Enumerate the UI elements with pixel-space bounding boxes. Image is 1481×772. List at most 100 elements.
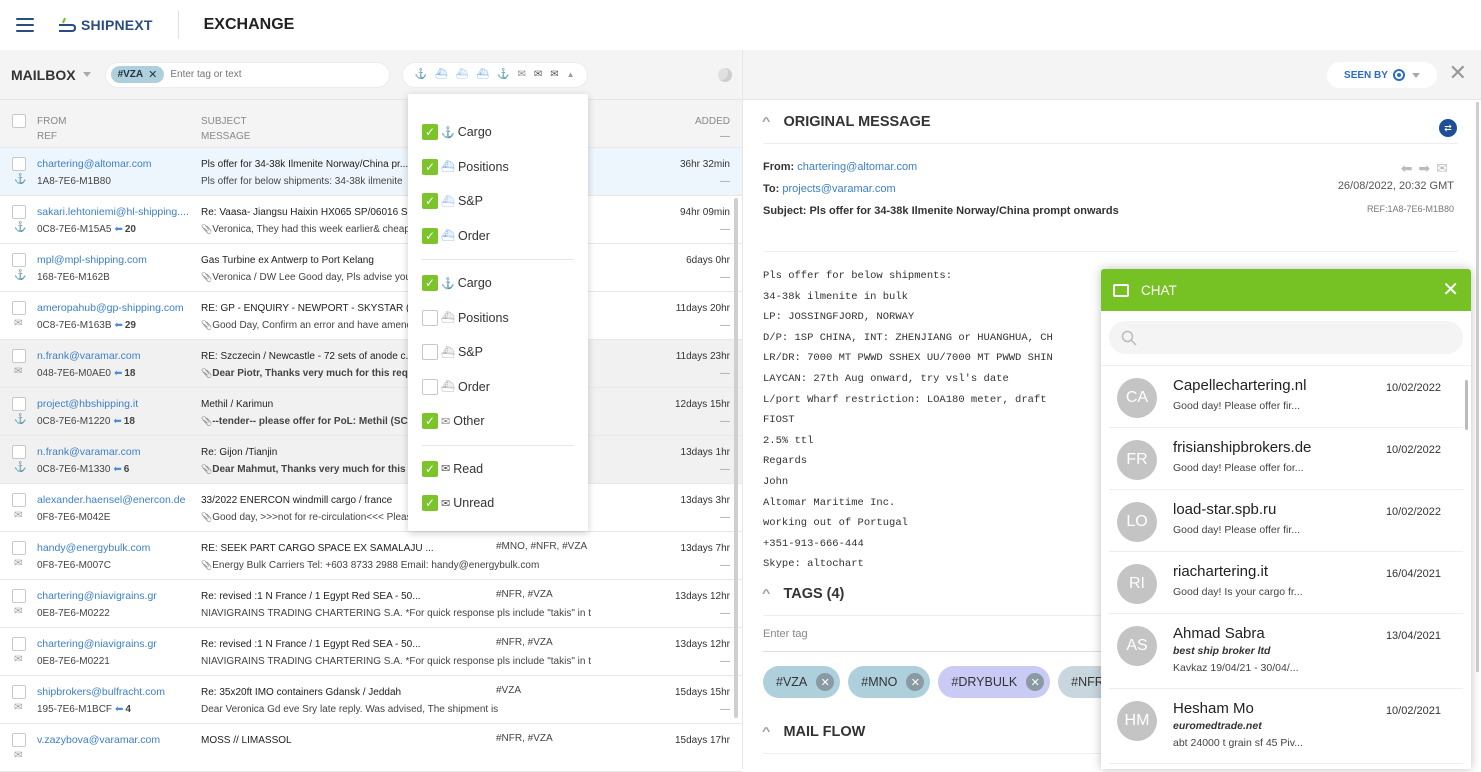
row-checkbox[interactable] xyxy=(12,541,26,555)
filter-option[interactable]: ✓ ⚓ Cargo xyxy=(408,115,588,150)
remove-tag-icon[interactable]: ✕ xyxy=(816,673,835,691)
filter-option[interactable]: ⛴ Order xyxy=(408,370,588,405)
from-link[interactable]: chartering@altomar.com xyxy=(797,161,917,173)
scrollbar[interactable] xyxy=(734,198,738,718)
sender-link[interactable]: alexander.haensel@enercon.de xyxy=(37,493,189,508)
row-checkbox[interactable] xyxy=(12,253,26,267)
remove-tag-icon[interactable]: ✕ xyxy=(1026,673,1045,691)
chat-item[interactable]: CA Capellechartering.nl Good day! Please o… xyxy=(1109,366,1463,428)
mail-icon[interactable]: ✉ xyxy=(1436,160,1454,176)
close-icon[interactable]: ✕ xyxy=(1449,60,1467,86)
snp-icon-blue[interactable]: ⛴ xyxy=(456,69,469,80)
row-checkbox[interactable] xyxy=(12,445,26,459)
filter-option[interactable]: ✓ ⚓ Cargo xyxy=(408,266,588,301)
read-icon[interactable]: ✉ xyxy=(534,69,542,80)
filter-option[interactable]: ✓ ✉ Read xyxy=(408,452,588,487)
row-checkbox[interactable] xyxy=(12,157,26,171)
positions-icon-blue[interactable]: ⛴ xyxy=(435,69,448,80)
to-link[interactable]: projects@varamar.com xyxy=(782,183,895,195)
sender-link[interactable]: n.frank@varamar.com xyxy=(37,349,189,364)
mail-row[interactable]: ✉ v.zazybova@varamar.com MOSS // LIMASSOL #… xyxy=(0,724,742,772)
row-checkbox[interactable] xyxy=(12,637,26,651)
row-checkbox[interactable] xyxy=(12,301,26,315)
checkbox-checked[interactable]: ✓ xyxy=(422,460,438,477)
sender-link[interactable]: chartering@niavigrains.gr xyxy=(37,637,189,652)
filter-option[interactable]: ✓ ✉ Unread xyxy=(408,486,588,521)
hamburger-menu-icon[interactable] xyxy=(16,18,34,32)
checkbox-checked[interactable]: ✓ xyxy=(422,158,438,175)
mail-row[interactable]: ✉ alexander.haensel@enercon.de 0F8-7E6-M04… xyxy=(0,484,742,532)
row-checkbox[interactable] xyxy=(12,493,26,507)
filter-option[interactable]: ✓ ⛴ S&P xyxy=(408,184,588,219)
checkbox-unchecked[interactable] xyxy=(422,344,438,361)
filter-option[interactable]: ✓ ⛴ Order xyxy=(408,219,588,254)
section-header[interactable]: ^ ORIGINAL MESSAGE xyxy=(762,100,1458,144)
chat-item[interactable]: HM Hesham Mo euromedtrade.net abt 24000 t g… xyxy=(1109,689,1463,764)
checkbox-checked[interactable]: ✓ xyxy=(422,193,438,210)
sender-link[interactable]: shipbrokers@bulfracht.com xyxy=(37,685,189,700)
sender-link[interactable]: mpl@mpl-shipping.com xyxy=(37,253,189,268)
scrollbar[interactable] xyxy=(1476,102,1479,672)
sender-link[interactable]: handy@energybulk.com xyxy=(37,541,189,556)
checkbox-unchecked[interactable] xyxy=(422,378,438,395)
filter-option[interactable]: ⛴ Positions xyxy=(408,301,588,336)
mailbox-selector[interactable]: MAILBOX xyxy=(11,67,91,83)
chat-search-input[interactable] xyxy=(1109,321,1463,354)
forward-icon[interactable]: ➡ xyxy=(1419,160,1437,176)
sender-link[interactable]: n.frank@varamar.com xyxy=(37,445,189,460)
order-icon-blue[interactable]: ⛴ xyxy=(476,69,489,80)
mail-row[interactable]: ✉ chartering@niavigrains.gr 0E8-7E6-M0221 R… xyxy=(0,628,742,676)
checkbox-checked[interactable]: ✓ xyxy=(422,413,438,430)
tag-chip[interactable]: #DRYBULK ✕ xyxy=(938,666,1051,698)
checkbox-unchecked[interactable] xyxy=(422,309,438,326)
filter-option[interactable]: ✓ ⛴ Positions xyxy=(408,150,588,185)
checkbox-checked[interactable]: ✓ xyxy=(422,124,438,141)
mail-row[interactable]: ⚓ chartering@altomar.com 1A8-7E6-M1B80 Pls … xyxy=(0,148,742,196)
mail-row[interactable]: ✉ ameropahub@gp-shipping.com 0C8-7E6-M163B… xyxy=(0,292,742,340)
logo[interactable]: SHIPNEXT xyxy=(56,17,153,33)
filter-option[interactable]: ⛴ S&P xyxy=(408,335,588,370)
close-icon[interactable]: ✕ xyxy=(1442,277,1459,302)
seen-by-button[interactable]: SEEN BY xyxy=(1327,62,1437,88)
sender-link[interactable]: chartering@niavigrains.gr xyxy=(37,589,189,604)
checkbox-checked[interactable]: ✓ xyxy=(422,227,438,244)
scrollbar[interactable] xyxy=(1465,380,1468,430)
unread-icon[interactable]: ✉ xyxy=(550,69,558,80)
type-filter-toggle[interactable]: ⚓ ⛴ ⛴ ⛴ ⚓ ✉ ✉ ✉ ▲ xyxy=(401,61,588,88)
mail-row[interactable]: ✉ chartering@niavigrains.gr 0E8-7E6-M0222 R… xyxy=(0,580,742,628)
mail-row[interactable]: ⚓ project@hbshipping.it 0C8-7E6-M1220 ⬅ 18 Me… xyxy=(0,388,742,436)
mail-row[interactable]: ✉ handy@energybulk.com 0F8-7E6-M007C RE: SE… xyxy=(0,532,742,580)
mail-row[interactable]: ⚓ n.frank@varamar.com 0C8-7E6-M1330 ⬅ 6 Re: G… xyxy=(0,436,742,484)
tag-chip[interactable]: #VZA ✕ xyxy=(763,666,841,698)
mail-row[interactable]: ⚓ sakari.lehtoniemi@hl-shipping.... 0C8-7E… xyxy=(0,196,742,244)
row-checkbox[interactable] xyxy=(12,589,26,603)
envelope-icon[interactable]: ✉ xyxy=(517,69,525,80)
sender-link[interactable]: v.zazybova@varamar.com xyxy=(37,733,189,748)
chat-item[interactable]: RI riachartering.it Good day! Is your carg… xyxy=(1109,552,1463,614)
row-checkbox[interactable] xyxy=(12,685,26,699)
row-checkbox[interactable] xyxy=(12,205,26,219)
row-checkbox[interactable] xyxy=(12,349,26,363)
mail-row[interactable]: ✉ shipbrokers@bulfracht.com 195-7E6-M1BCF ⬅… xyxy=(0,676,742,724)
dark-mode-icon[interactable] xyxy=(718,68,732,82)
checkbox-checked[interactable]: ✓ xyxy=(422,275,438,292)
reply-icon[interactable]: ⬅ xyxy=(1401,160,1419,176)
chat-item[interactable]: LO load-star.spb.ru Good day! Please offer… xyxy=(1109,490,1463,552)
sender-link[interactable]: project@hbshipping.it xyxy=(37,397,189,412)
cargo-icon-green[interactable]: ⚓ xyxy=(415,69,427,80)
tag-chip[interactable]: #MNO ✕ xyxy=(848,666,931,698)
search-input[interactable] xyxy=(170,69,371,80)
translate-icon[interactable]: ⇄ xyxy=(1439,119,1457,137)
sender-link[interactable]: sakari.lehtoniemi@hl-shipping.... xyxy=(37,205,189,220)
chat-item[interactable]: AS Ahmad Sabra best ship broker ltd Kavkaz … xyxy=(1109,614,1463,689)
sender-link[interactable]: ameropahub@gp-shipping.com xyxy=(37,301,189,316)
cargo-icon-gray[interactable]: ⚓ xyxy=(497,69,509,80)
mail-row[interactable]: ✉ n.frank@varamar.com 048-7E6-M0AE0 ⬅ 18 RE: … xyxy=(0,340,742,388)
select-all-checkbox[interactable] xyxy=(12,114,26,128)
row-checkbox[interactable] xyxy=(12,733,26,747)
row-checkbox[interactable] xyxy=(12,397,26,411)
checkbox-checked[interactable]: ✓ xyxy=(422,495,438,512)
chevron-up-icon[interactable]: ▲ xyxy=(567,70,575,79)
mail-row[interactable]: ⚓ mpl@mpl-shipping.com 168-7E6-M162B Gas Tu… xyxy=(0,244,742,292)
chip-remove-icon[interactable]: ✕ xyxy=(148,68,157,81)
